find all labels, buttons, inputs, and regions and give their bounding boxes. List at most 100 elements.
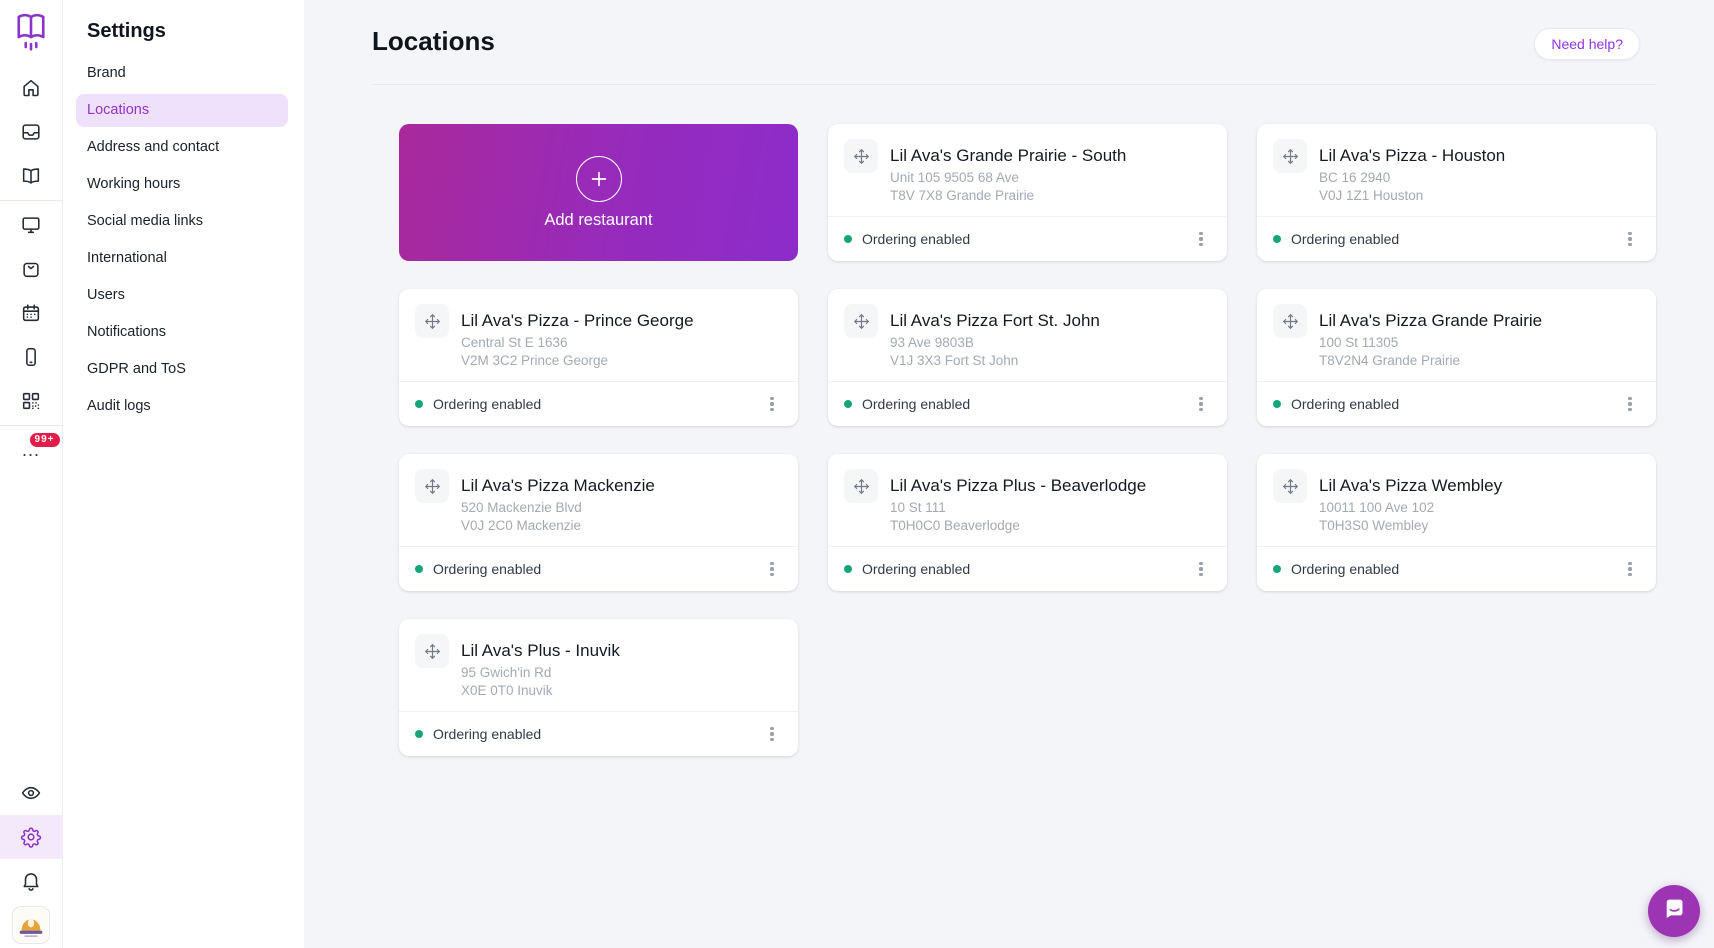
- sidebar-nav-item[interactable]: Address and contact: [76, 131, 288, 164]
- drag-move-icon[interactable]: [844, 304, 878, 338]
- location-card-footer: Ordering enabled: [399, 546, 798, 591]
- location-card-header: Lil Ava's Pizza Grande Prairie 100 St 11…: [1257, 289, 1656, 381]
- location-card[interactable]: Lil Ava's Pizza - Prince George Central …: [399, 289, 798, 426]
- eye-icon[interactable]: [0, 771, 63, 815]
- sidebar-nav-item[interactable]: GDPR and ToS: [76, 353, 288, 386]
- drag-move-icon[interactable]: [844, 469, 878, 503]
- location-card[interactable]: Lil Ava's Pizza Wembley 10011 100 Ave 10…: [1257, 454, 1656, 591]
- main-content: Locations Need help? Add restaurant Lil …: [304, 0, 1714, 948]
- location-card-header: Lil Ava's Plus - Inuvik 95 Gwich'in Rd X…: [399, 619, 798, 711]
- drag-move-icon[interactable]: [844, 139, 878, 173]
- page-header: Locations Need help?: [304, 0, 1714, 60]
- sidebar-nav-item[interactable]: Users: [76, 279, 288, 312]
- location-address-line2: V0J 2C0 Mackenzie: [461, 518, 582, 534]
- location-address-line2: V1J 3X3 Fort St John: [890, 353, 1019, 369]
- location-card-header: Lil Ava's Pizza Fort St. John 93 Ave 980…: [828, 289, 1227, 381]
- orders-bag-icon[interactable]: [0, 247, 63, 291]
- kebab-menu-icon[interactable]: [1618, 227, 1642, 251]
- status-dot-icon: [415, 400, 423, 408]
- location-address-line1: 10011 100 Ave 102: [1319, 500, 1435, 516]
- chat-bubble-icon: [1661, 895, 1688, 927]
- status-dot-icon: [1273, 565, 1281, 573]
- location-card[interactable]: Lil Ava's Pizza Fort St. John 93 Ave 980…: [828, 289, 1227, 426]
- drag-move-icon[interactable]: [1273, 469, 1307, 503]
- kebab-menu-icon[interactable]: [760, 722, 784, 746]
- more-apps-button[interactable]: ... 99+: [0, 428, 63, 472]
- location-address-line1: Unit 105 9505 68 Ave: [890, 170, 1019, 186]
- calendar-icon[interactable]: [0, 291, 63, 335]
- location-address-line1: 100 St 11305: [1319, 335, 1399, 351]
- location-card-header: Lil Ava's Pizza Plus - Beaverlodge 10 St…: [828, 454, 1227, 546]
- page-title: Locations: [372, 26, 495, 56]
- drag-move-icon[interactable]: [1273, 139, 1307, 173]
- plus-circle-icon: [575, 155, 622, 202]
- location-card[interactable]: Lil Ava's Plus - Inuvik 95 Gwich'in Rd X…: [399, 619, 798, 756]
- inbox-icon[interactable]: [0, 110, 63, 154]
- status-label: Ordering enabled: [433, 561, 542, 577]
- sidebar-nav-item[interactable]: Brand: [76, 57, 288, 90]
- home-icon[interactable]: [0, 66, 63, 110]
- restaurant-brand-avatar[interactable]: [12, 906, 50, 944]
- icon-rail: ... 99+: [0, 0, 63, 948]
- sidebar-nav-item[interactable]: Locations: [76, 94, 288, 127]
- need-help-button[interactable]: Need help?: [1534, 28, 1640, 60]
- sidebar-nav-item[interactable]: International: [76, 242, 288, 275]
- display-icon[interactable]: [0, 203, 63, 247]
- location-text-block: Lil Ava's Pizza Wembley 10011 100 Ave 10…: [1319, 469, 1502, 546]
- kebab-menu-icon[interactable]: [1618, 392, 1642, 416]
- location-address-line2: V2M 3C2 Prince George: [461, 353, 609, 369]
- sidebar-nav-item[interactable]: Working hours: [76, 168, 288, 201]
- location-card-footer: Ordering enabled: [1257, 381, 1656, 426]
- location-card[interactable]: Lil Ava's Pizza Mackenzie 520 Mackenzie …: [399, 454, 798, 591]
- location-card-header: Lil Ava's Grande Prairie - South Unit 10…: [828, 124, 1227, 216]
- location-card-header: Lil Ava's Pizza Mackenzie 520 Mackenzie …: [399, 454, 798, 546]
- add-restaurant-card[interactable]: Add restaurant: [399, 124, 798, 261]
- drag-move-icon[interactable]: [415, 634, 449, 668]
- location-card[interactable]: Lil Ava's Pizza Grande Prairie 100 St 11…: [1257, 289, 1656, 426]
- kebab-menu-icon[interactable]: [1189, 227, 1213, 251]
- bell-icon[interactable]: [0, 859, 63, 903]
- sidebar-nav-item[interactable]: Audit logs: [76, 390, 288, 423]
- status-label: Ordering enabled: [862, 231, 971, 247]
- status-label: Ordering enabled: [1291, 561, 1400, 577]
- kebab-menu-icon[interactable]: [760, 392, 784, 416]
- location-card[interactable]: Lil Ava's Grande Prairie - South Unit 10…: [828, 124, 1227, 261]
- kebab-menu-icon[interactable]: [1189, 557, 1213, 581]
- location-name: Lil Ava's Pizza Fort St. John: [890, 311, 1100, 330]
- status-label: Ordering enabled: [1291, 231, 1400, 247]
- kebab-menu-icon[interactable]: [1618, 557, 1642, 581]
- sidebar-nav-item[interactable]: Social media links: [76, 205, 288, 238]
- location-name: Lil Ava's Grande Prairie - South: [890, 146, 1127, 165]
- drag-move-icon[interactable]: [1273, 304, 1307, 338]
- location-card[interactable]: Lil Ava's Pizza - Houston BC 16 2940 V0J…: [1257, 124, 1656, 261]
- mobile-icon[interactable]: [0, 335, 63, 379]
- location-text-block: Lil Ava's Pizza Mackenzie 520 Mackenzie …: [461, 469, 655, 546]
- drag-move-icon[interactable]: [415, 304, 449, 338]
- kebab-menu-icon[interactable]: [760, 557, 784, 581]
- sidebar-nav-item[interactable]: Notifications: [76, 316, 288, 349]
- location-text-block: Lil Ava's Grande Prairie - South Unit 10…: [890, 139, 1126, 216]
- status-dot-icon: [415, 730, 423, 738]
- drag-move-icon[interactable]: [415, 469, 449, 503]
- location-card-footer: Ordering enabled: [1257, 546, 1656, 591]
- location-address-line1: 93 Ave 9803B: [890, 335, 974, 351]
- settings-nav-list: Brand Locations Address and contact Work…: [76, 57, 288, 423]
- rail-divider: [0, 425, 63, 426]
- locations-grid: Add restaurant Lil Ava's Grande Prairie …: [399, 124, 1656, 756]
- status-dot-icon: [844, 400, 852, 408]
- menu-book-icon[interactable]: [0, 154, 63, 198]
- qr-code-icon[interactable]: [0, 379, 63, 423]
- status-label: Ordering enabled: [1291, 396, 1400, 412]
- chat-launcher-button[interactable]: [1648, 885, 1700, 937]
- location-card[interactable]: Lil Ava's Pizza Plus - Beaverlodge 10 St…: [828, 454, 1227, 591]
- location-text-block: Lil Ava's Pizza Fort St. John 93 Ave 980…: [890, 304, 1100, 381]
- status-label: Ordering enabled: [862, 396, 971, 412]
- brand-logo-icon[interactable]: [10, 10, 52, 54]
- location-text-block: Lil Ava's Pizza Grande Prairie 100 St 11…: [1319, 304, 1542, 381]
- status-dot-icon: [415, 565, 423, 573]
- status-label: Ordering enabled: [433, 396, 542, 412]
- kebab-menu-icon[interactable]: [1189, 392, 1213, 416]
- gear-icon[interactable]: [0, 815, 63, 859]
- location-address-line2: T0H0C0 Beaverlodge: [890, 518, 1020, 534]
- status-dot-icon: [844, 235, 852, 243]
